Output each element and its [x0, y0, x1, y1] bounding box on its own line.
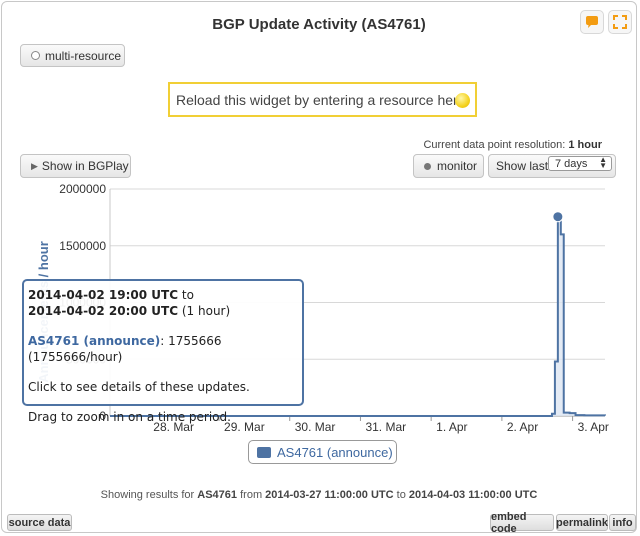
tooltip-from: 2014-04-02 19:00 UTC [28, 288, 179, 302]
tooltip-series: AS4761 (announce) [28, 334, 161, 348]
footer-prefix: Showing results for [100, 489, 195, 501]
footer-start: 2014-03-27 11:00:00 UTC [265, 489, 394, 501]
info-tab[interactable]: info [609, 514, 636, 531]
tooltip-click-hint: Click to see details of these updates. [28, 380, 250, 394]
tooltip-to: 2014-04-02 20:00 UTC [28, 304, 179, 318]
x-tick-label: 1. Apr [436, 420, 467, 434]
highlighted-data-point[interactable] [552, 211, 564, 223]
footer-from-word: from [240, 489, 263, 501]
footer-end: 2014-04-03 11:00:00 UTC [408, 489, 538, 501]
y-tick-label: 1500000 [59, 239, 106, 253]
y-tick-label: 2000000 [59, 182, 106, 196]
footer-to-word: to [396, 489, 406, 501]
embed-code-tab[interactable]: embed code [490, 511, 554, 535]
x-tick-label: 3. Apr [578, 420, 609, 434]
legend-swatch [257, 446, 271, 458]
tooltip-to-word: to [181, 288, 194, 302]
results-summary: Showing results for AS4761 from 2014-03-… [2, 489, 636, 501]
x-tick-label: 2. Apr [507, 420, 538, 434]
x-tick-label: 31. Mar [365, 420, 406, 434]
legend-label: AS4761 (announce) [277, 444, 393, 460]
tooltip-drag-hint: Drag to zoom in on a time period. [28, 410, 231, 424]
tooltip-duration: (1 hour) [181, 304, 231, 318]
data-tooltip: 2014-04-02 19:00 UTC to 2014-04-02 20:00… [22, 279, 304, 424]
widget-frame: BGP Update Activity (AS4761) multi-resou… [1, 1, 637, 535]
permalink-tab[interactable]: permalink [556, 514, 608, 531]
legend-item-as4761[interactable]: AS4761 (announce) [248, 440, 397, 464]
source-data-tab[interactable]: source data [7, 514, 72, 531]
footer-resource: AS4761 [197, 489, 238, 501]
